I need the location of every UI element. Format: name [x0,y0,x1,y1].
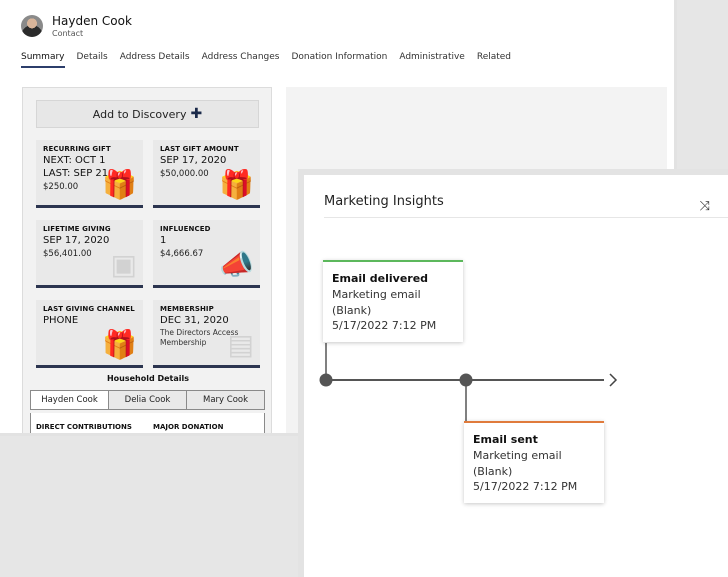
event-channel: Marketing email [473,449,562,462]
event-timestamp: 5/17/2022 7:12 PM [473,480,578,493]
tab-related[interactable]: Related [477,52,511,68]
timeline-node-sent [459,373,473,387]
tile-label: LIFETIME GIVING [43,225,111,233]
membership-tile[interactable]: MEMBERSHIP DEC 31, 2020 The Directors Ac… [153,300,260,368]
tile-label: LAST GIFT AMOUNT [160,145,239,153]
timeline-node-delivered [319,373,333,387]
recurring-gift-tile[interactable]: RECURRING GIFT NEXT: OCT 1 LAST: SEP 21 … [36,140,143,208]
contact-name: Hayden Cook [52,14,132,28]
tab-donation-information[interactable]: Donation Information [291,52,387,68]
contact-type: Contact [52,29,84,38]
gift-refresh-icon: 🎁 [102,168,137,201]
last-gift-amount-tile[interactable]: LAST GIFT AMOUNT SEP 17, 2020 $50,000.00… [153,140,260,208]
event-detail: (Blank) [473,464,513,478]
recurring-next: NEXT: OCT 1 [43,155,106,166]
event-detail: (Blank) [332,303,372,317]
household-member-tabs: Hayden Cook Delia Cook Mary Cook [30,390,265,410]
tile-label: LAST GIVING CHANNEL [43,305,135,313]
form-tabs: Summary Details Address Details Address … [21,52,523,68]
gift-refresh-icon: 🎁 [219,168,254,201]
avatar[interactable] [21,15,43,37]
household-contributions: DIRECT CONTRIBUTIONS MAJOR DONATION [30,413,265,433]
channel-value: PHONE [43,315,79,326]
lifetime-giving-tile[interactable]: LIFETIME GIVING SEP 17, 2020 $56,401.00 … [36,220,143,288]
email-delivered-card[interactable]: Email delivered Marketing email (Blank) … [323,260,463,342]
tab-address-changes[interactable]: Address Changes [202,52,280,68]
influenced-tile[interactable]: INFLUENCED 1 $4,666.67 📣 [153,220,260,288]
tile-label: MEMBERSHIP [160,305,214,313]
timeline-next-chevron-icon[interactable] [609,373,618,387]
membership-date: DEC 31, 2020 [160,315,229,326]
membership-card-icon: ▤ [227,328,254,361]
household-tab-hayden[interactable]: Hayden Cook [31,391,108,409]
add-to-discovery-button[interactable]: Add to Discovery ✚ [36,100,259,128]
summary-panel: Add to Discovery ✚ RECURRING GIFT NEXT: … [22,87,272,433]
tab-address-details[interactable]: Address Details [120,52,190,68]
gift-box-icon: ▣ [110,248,137,281]
major-donation-label: MAJOR DONATION [153,423,224,431]
gift-pin-icon: 🎁 [102,328,137,361]
event-channel: Marketing email [332,288,421,301]
tab-details[interactable]: Details [77,52,108,68]
last-giving-channel-tile[interactable]: LAST GIVING CHANNEL PHONE 🎁 [36,300,143,368]
insights-timeline [319,343,618,423]
tab-administrative[interactable]: Administrative [399,52,465,68]
lifetime-date: SEP 17, 2020 [43,235,110,246]
email-sent-card[interactable]: Email sent Marketing email (Blank) 5/17/… [464,421,604,503]
marketing-insights-window: Marketing Insights ⤨ Email delivered Mar… [298,169,728,577]
last-gift-date: SEP 17, 2020 [160,155,227,166]
event-title: Email sent [473,433,538,446]
household-tab-delia[interactable]: Delia Cook [108,391,186,409]
event-title: Email delivered [332,272,429,285]
tab-summary[interactable]: Summary [21,52,65,68]
influenced-count: 1 [160,235,167,246]
plus-icon: ✚ [190,106,203,122]
add-to-discovery-label: Add to Discovery [92,107,187,121]
direct-contributions-label: DIRECT CONTRIBUTIONS [36,423,132,431]
tile-label: INFLUENCED [160,225,211,233]
household-title: Household Details [106,374,190,383]
event-timestamp: 5/17/2022 7:12 PM [332,319,437,332]
household-tab-mary[interactable]: Mary Cook [186,391,264,409]
tile-label: RECURRING GIFT [43,145,111,153]
megaphone-icon: 📣 [219,248,254,281]
